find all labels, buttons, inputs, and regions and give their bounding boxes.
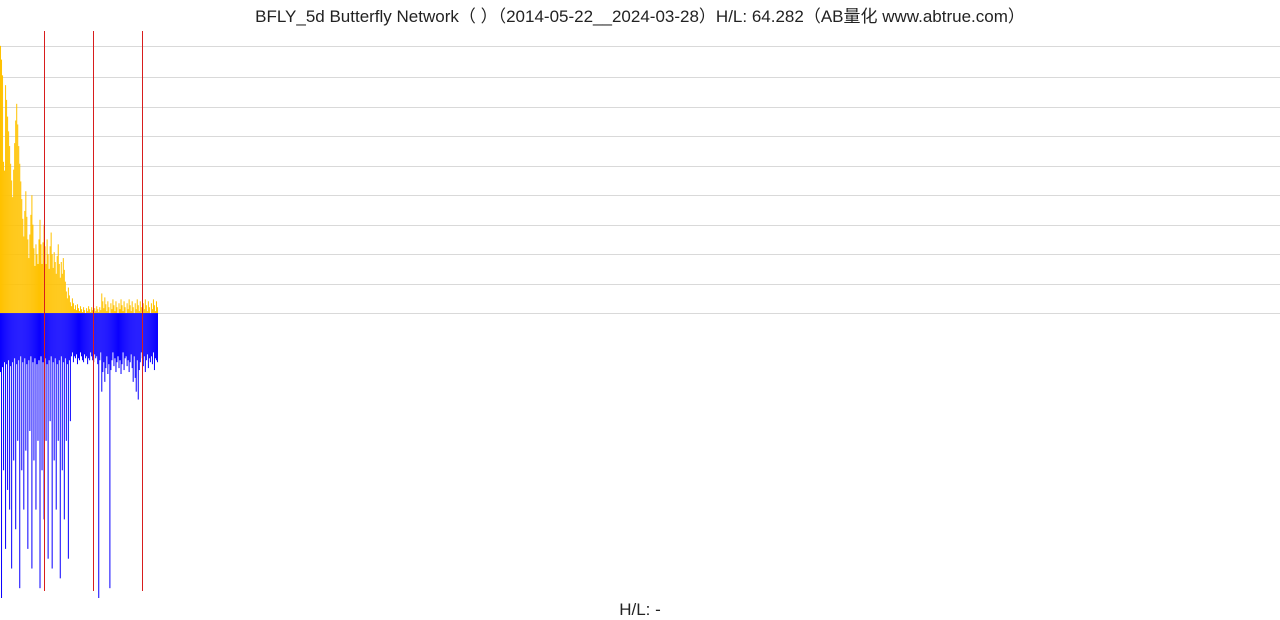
chart-bars <box>0 38 1280 598</box>
marker-line <box>44 31 45 591</box>
marker-line <box>142 31 143 591</box>
chart-title: BFLY_5d Butterfly Network（ ）（2014-05-22_… <box>0 2 1280 27</box>
marker-line <box>93 31 94 591</box>
chart-footer-label: H/L: - <box>0 600 1280 620</box>
chart-plot-area <box>0 38 1280 598</box>
